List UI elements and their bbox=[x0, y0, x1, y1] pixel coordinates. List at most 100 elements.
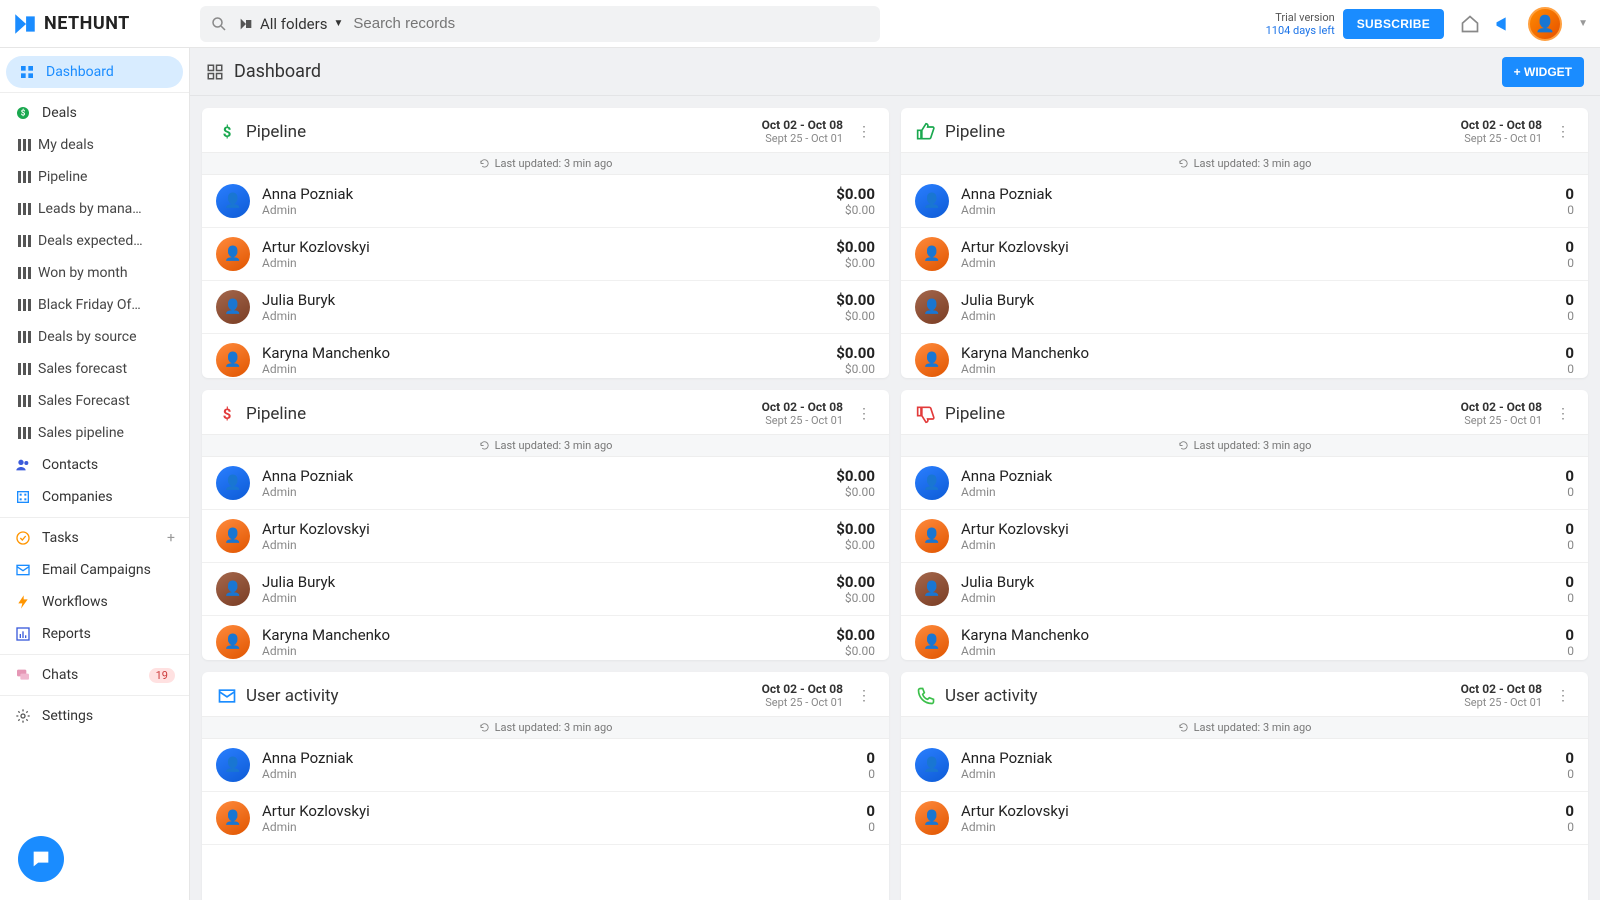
widget-more-icon[interactable]: ⋮ bbox=[853, 120, 875, 144]
widget-more-icon[interactable]: ⋮ bbox=[1552, 402, 1574, 426]
widget-updated: Last updated: 3 min ago bbox=[901, 152, 1588, 175]
widget-row[interactable]: 👤Anna PozniakAdmin00 bbox=[202, 739, 889, 792]
sidebar-item-reports[interactable]: Reports bbox=[0, 618, 189, 650]
sidebar-item-deals-sub[interactable]: Won by month bbox=[0, 257, 189, 289]
value-primary: $0.00 bbox=[836, 185, 875, 203]
sidebar-item-settings[interactable]: Settings bbox=[0, 700, 189, 732]
svg-text:$: $ bbox=[223, 405, 232, 423]
sidebar-item-deals-sub[interactable]: Pipeline bbox=[0, 161, 189, 193]
user-name: Karyna Manchenko bbox=[262, 626, 390, 644]
widget-row[interactable]: 👤Artur KozlovskyiAdmin00 bbox=[901, 792, 1588, 845]
search-input[interactable] bbox=[353, 15, 870, 32]
avatar: 👤 bbox=[915, 625, 949, 659]
widget-row[interactable]: 👤Artur KozlovskyiAdmin00 bbox=[901, 228, 1588, 281]
value-secondary: $0.00 bbox=[836, 644, 875, 658]
value-secondary: 0 bbox=[1565, 644, 1574, 658]
widget-title: Pipeline bbox=[945, 404, 1005, 424]
user-avatar[interactable]: 👤 bbox=[1528, 7, 1562, 41]
widget-title: Pipeline bbox=[246, 404, 306, 424]
value-primary: 0 bbox=[1565, 185, 1574, 203]
widget-row[interactable]: 👤Anna PozniakAdmin$0.00$0.00 bbox=[202, 457, 889, 510]
widget-row[interactable]: 👤Karyna ManchenkoAdmin00 bbox=[901, 616, 1588, 660]
sidebar-item-deals-sub[interactable]: Deals by source bbox=[0, 321, 189, 353]
sidebar-item-workflows[interactable]: Workflows bbox=[0, 586, 189, 618]
reports-icon bbox=[14, 626, 32, 642]
user-role: Admin bbox=[262, 538, 370, 552]
sidebar-item-deals-sub[interactable]: Leads by mana… bbox=[0, 193, 189, 225]
widget-more-icon[interactable]: ⋮ bbox=[1552, 684, 1574, 708]
home-icon[interactable] bbox=[1460, 14, 1480, 34]
widget-title: Pipeline bbox=[945, 122, 1005, 142]
sidebar-item-email[interactable]: Email Campaigns bbox=[0, 554, 189, 586]
user-name: Artur Kozlovskyi bbox=[262, 802, 370, 820]
avatar: 👤 bbox=[915, 343, 949, 377]
user-name: Anna Pozniak bbox=[961, 185, 1052, 203]
sidebar-item-deals-sub[interactable]: Black Friday Of… bbox=[0, 289, 189, 321]
widget-row[interactable]: 👤Julia BurykAdmin$0.00$0.00 bbox=[202, 563, 889, 616]
sidebar-item-deals[interactable]: $ Deals bbox=[0, 97, 189, 129]
sidebar-item-contacts[interactable]: Contacts bbox=[0, 449, 189, 481]
widget-row[interactable]: 👤Karyna ManchenkoAdmin$0.00$0.00 bbox=[202, 334, 889, 378]
search-bar[interactable]: All folders ▼ bbox=[200, 6, 880, 42]
user-role: Admin bbox=[262, 485, 353, 499]
sidebar-item-tasks[interactable]: Tasks + bbox=[0, 522, 189, 554]
widget-row[interactable]: 👤Anna PozniakAdmin00 bbox=[901, 175, 1588, 228]
widget-more-icon[interactable]: ⋮ bbox=[853, 402, 875, 426]
contacts-icon bbox=[14, 457, 32, 473]
subscribe-button[interactable]: SUBSCRIBE bbox=[1343, 9, 1444, 39]
dollar-icon: $ bbox=[216, 404, 238, 424]
value-secondary: $0.00 bbox=[836, 538, 875, 552]
value-secondary: 0 bbox=[1565, 767, 1574, 781]
widget-row[interactable]: 👤Anna PozniakAdmin00 bbox=[901, 457, 1588, 510]
widget-more-icon[interactable]: ⋮ bbox=[1552, 120, 1574, 144]
add-widget-button[interactable]: + WIDGET bbox=[1502, 57, 1584, 87]
dollar-icon: $ bbox=[216, 122, 238, 142]
widget-row[interactable]: 👤Artur KozlovskyiAdmin00 bbox=[901, 510, 1588, 563]
value-secondary: 0 bbox=[1565, 485, 1574, 499]
folder-picker[interactable]: All folders ▼ bbox=[238, 15, 343, 33]
sidebar-item-deals-sub[interactable]: Sales forecast bbox=[0, 353, 189, 385]
user-name: Artur Kozlovskyi bbox=[262, 520, 370, 538]
user-name: Anna Pozniak bbox=[262, 467, 353, 485]
avatar: 👤 bbox=[216, 237, 250, 271]
add-task-icon[interactable]: + bbox=[167, 530, 175, 546]
user-menu-caret[interactable]: ▼ bbox=[1578, 18, 1588, 29]
widget-more-icon[interactable]: ⋮ bbox=[853, 684, 875, 708]
widget-row[interactable]: 👤Karyna ManchenkoAdmin$0.00$0.00 bbox=[202, 616, 889, 660]
user-name: Julia Buryk bbox=[961, 573, 1034, 591]
widget-row[interactable]: 👤Anna PozniakAdmin00 bbox=[901, 739, 1588, 792]
value-primary: 0 bbox=[1565, 344, 1574, 362]
tasks-icon bbox=[14, 530, 32, 546]
page-title: Dashboard bbox=[234, 61, 321, 82]
value-secondary: 0 bbox=[1565, 203, 1574, 217]
widget-row[interactable]: 👤Artur KozlovskyiAdmin$0.00$0.00 bbox=[202, 228, 889, 281]
sidebar-item-chats[interactable]: Chats 19 bbox=[0, 659, 189, 691]
value-secondary: 0 bbox=[1565, 591, 1574, 605]
megaphone-icon[interactable] bbox=[1494, 14, 1514, 34]
chevron-down-icon: ▼ bbox=[333, 18, 343, 29]
thumb-up-icon bbox=[915, 122, 937, 142]
widget-row[interactable]: 👤Artur KozlovskyiAdmin00 bbox=[202, 792, 889, 845]
value-primary: $0.00 bbox=[836, 467, 875, 485]
widget-updated: Last updated: 3 min ago bbox=[901, 716, 1588, 739]
widget-row[interactable]: 👤Julia BurykAdmin00 bbox=[901, 563, 1588, 616]
widget-row[interactable]: 👤Julia BurykAdmin00 bbox=[901, 281, 1588, 334]
widget-row[interactable]: 👤Julia BurykAdmin$0.00$0.00 bbox=[202, 281, 889, 334]
sidebar-item-companies[interactable]: Companies bbox=[0, 481, 189, 513]
widget-dates: Oct 02 - Oct 08Sept 25 - Oct 01 bbox=[762, 400, 843, 428]
chat-fab[interactable] bbox=[18, 836, 64, 882]
sidebar-item-deals-sub[interactable]: Sales Forecast bbox=[0, 385, 189, 417]
sidebar-item-deals-sub[interactable]: Sales pipeline bbox=[0, 417, 189, 449]
user-role: Admin bbox=[961, 362, 1089, 376]
sidebar-item-deals-sub[interactable]: Deals expected… bbox=[0, 225, 189, 257]
user-role: Admin bbox=[262, 203, 353, 217]
widget-row[interactable]: 👤Anna PozniakAdmin$0.00$0.00 bbox=[202, 175, 889, 228]
phone-icon bbox=[915, 686, 937, 706]
widget-row[interactable]: 👤Artur KozlovskyiAdmin$0.00$0.00 bbox=[202, 510, 889, 563]
sidebar-item-dashboard[interactable]: Dashboard bbox=[6, 56, 183, 88]
widget-title: User activity bbox=[246, 686, 339, 706]
sidebar-item-deals-sub[interactable]: My deals bbox=[0, 129, 189, 161]
widget-row[interactable]: 👤Karyna ManchenkoAdmin00 bbox=[901, 334, 1588, 378]
avatar: 👤 bbox=[915, 801, 949, 835]
value-primary: 0 bbox=[1565, 467, 1574, 485]
